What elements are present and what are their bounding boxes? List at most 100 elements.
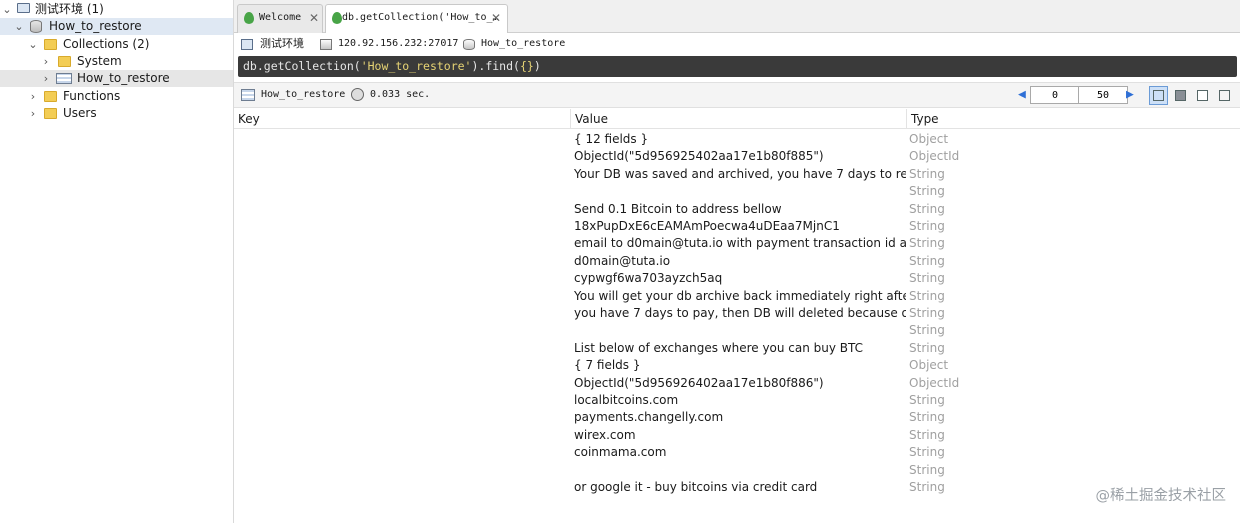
tree-connection-label: 测试环境 (1) xyxy=(35,2,104,16)
server-address: 120.92.156.232:27017 xyxy=(338,38,459,49)
field-row[interactable]: " "How_to_restoreSend 0.1 Bitcoin to add… xyxy=(234,201,1240,218)
tab-welcome[interactable]: Welcome ✕ xyxy=(237,4,323,33)
connection-tree: ⌄ 测试环境 (1) ⌄ How_to_restore ⌄ Collection… xyxy=(0,0,234,523)
close-icon[interactable]: ✕ xyxy=(309,5,319,31)
folder-icon xyxy=(44,108,57,119)
result-collection: How_to_restore xyxy=(261,89,346,100)
value-cell: d0main@tuta.io xyxy=(574,253,671,268)
expand-arrow-icon[interactable]: › xyxy=(41,70,51,87)
tree-users[interactable]: › Users xyxy=(0,105,233,122)
type-cell: String xyxy=(909,393,945,407)
query-args: {} xyxy=(519,59,534,73)
text-view-button[interactable] xyxy=(1193,86,1212,105)
tree-functions[interactable]: › Functions xyxy=(0,88,233,105)
results-status-bar: How_to_restore 0.033 sec. ◀ ▶ xyxy=(234,82,1240,108)
mongodb-leaf-icon xyxy=(244,12,254,24)
tab-query[interactable]: db.getCollection('How_to_… ✕ xyxy=(325,4,508,34)
tree-collection-label: How_to_restore xyxy=(77,71,170,85)
expand-arrow-icon[interactable]: › xyxy=(28,105,38,122)
field-row[interactable]: " "get_db_backYou will get your db archi… xyxy=(234,288,1240,305)
type-cell: String xyxy=(909,219,945,233)
table-view-icon xyxy=(1175,90,1186,101)
text-view-icon xyxy=(1197,90,1208,101)
collapse-arrow-icon[interactable]: ⌄ xyxy=(14,18,24,35)
tree-view-button[interactable] xyxy=(1149,86,1168,105)
expand-icon xyxy=(1219,90,1230,101)
field-row[interactable]: " "pay_to_btc_address18xPupDxE6cEAMAmPoe… xyxy=(234,218,1240,235)
tree-collections[interactable]: ⌄ Collections (2) xyxy=(0,36,233,53)
tab-query-label: db.getCollection('How_to_… xyxy=(342,12,499,23)
type-cell: String xyxy=(909,445,945,460)
field-row[interactable]: " "1localbitcoins.comString xyxy=(234,392,1240,409)
field-row[interactable]: " "hack_idcypwgf6wa703ayzch5aqString xyxy=(234,270,1240,287)
field-row[interactable]: " "Where_to_buy_btcList below of exchang… xyxy=(234,340,1240,357)
field-row[interactable]: " "__String xyxy=(234,183,1240,200)
query-collection-string: 'How_to_restore' xyxy=(360,59,472,73)
tree-connection[interactable]: ⌄ 测试环境 (1) xyxy=(0,1,233,18)
type-cell: String xyxy=(909,271,945,286)
field-row[interactable]: " "2payments.changelly.comString xyxy=(234,409,1240,426)
type-cell: String xyxy=(909,427,945,442)
value-cell: or google it - buy bitcoins via credit c… xyxy=(574,480,818,494)
type-cell: String xyxy=(909,236,945,251)
type-cell: ObjectId xyxy=(909,375,960,390)
type-cell: String xyxy=(909,166,945,181)
table-view-button[interactable] xyxy=(1171,86,1190,105)
value-cell: { 12 fields } xyxy=(574,132,649,146)
field-row[interactable]: _idObjectId("5d956926402aa17e1b80f886")O… xyxy=(234,375,1240,392)
tree-collections-label: Collections (2) xyxy=(63,37,150,51)
tree-functions-label: Functions xyxy=(63,89,121,103)
type-cell: String xyxy=(909,184,945,199)
column-header-value[interactable]: Value xyxy=(571,109,907,129)
query-prefix: db.getCollection( xyxy=(243,59,361,73)
field-row[interactable]: " "What_happendYour DB was saved and arc… xyxy=(234,166,1240,183)
field-row[interactable]: " "3wirex.comString xyxy=(234,427,1240,444)
field-row[interactable]: " "___String xyxy=(234,322,1240,339)
document-row[interactable]: ⌄(2) ObjectId("5d956926402aa17e1b80f886"… xyxy=(234,357,1240,374)
value-cell: ObjectId("5d956925402aa17e1b80f885") xyxy=(574,149,824,164)
tree-system-label: System xyxy=(77,54,122,68)
value-cell: 18xPupDxE6cEAMAmPoecwa4uDEaa7MjnC1 xyxy=(574,219,840,233)
expand-arrow-icon[interactable]: › xyxy=(41,53,51,70)
previous-page-icon[interactable]: ◀ xyxy=(1018,86,1026,104)
database-icon xyxy=(30,20,42,33)
collapse-arrow-icon[interactable]: ⌄ xyxy=(28,36,38,53)
query-time: 0.033 sec. xyxy=(370,89,431,100)
skip-input[interactable] xyxy=(1030,86,1080,104)
tree-database[interactable]: ⌄ How_to_restore xyxy=(0,18,233,35)
field-row[interactable]: " "4coinmama.comString xyxy=(234,444,1240,461)
computer-icon xyxy=(17,3,30,13)
field-row[interactable]: " "email_tod0main@tuta.ioString xyxy=(234,253,1240,270)
value-cell: Send 0.1 Bitcoin to address bellow xyxy=(574,201,782,216)
field-row[interactable]: " "googleor google it - buy bitcoins via… xyxy=(234,479,1240,496)
column-header-key[interactable]: Key xyxy=(234,109,571,129)
next-page-icon[interactable]: ▶ xyxy=(1126,86,1134,104)
field-row[interactable]: " "send_mailemail to d0main@tuta.io with… xyxy=(234,235,1240,252)
field-row[interactable]: " "TIMEyou have 7 days to pay, then DB w… xyxy=(234,305,1240,322)
tree-collection-how-to-restore[interactable]: › How_to_restore xyxy=(0,70,233,87)
server-icon xyxy=(320,39,332,50)
document-row[interactable]: ⌄(1) ObjectId("5d956925402aa17e1b80f885"… xyxy=(234,131,1240,148)
tree-users-label: Users xyxy=(63,106,97,120)
query-end: ) xyxy=(533,59,541,73)
field-row[interactable]: " "_String xyxy=(234,462,1240,479)
expand-view-button[interactable] xyxy=(1215,86,1234,105)
query-editor[interactable]: db.getCollection('How_to_restore').find(… xyxy=(238,56,1237,77)
value-cell: you have 7 days to pay, then DB will del… xyxy=(574,306,906,320)
value-cell: payments.changelly.com xyxy=(574,410,724,425)
close-icon[interactable]: ✕ xyxy=(491,5,501,31)
tree-system[interactable]: › System xyxy=(0,53,233,70)
value-cell: localbitcoins.com xyxy=(574,393,679,407)
limit-input[interactable] xyxy=(1078,86,1128,104)
expand-arrow-icon[interactable]: › xyxy=(28,88,38,105)
tree-database-label: How_to_restore xyxy=(49,19,142,33)
type-cell: String xyxy=(909,462,945,477)
tree-view-icon xyxy=(1153,90,1164,101)
results-tree-table: Key Value Type ⌄(1) ObjectId("5d95692540… xyxy=(234,109,1240,523)
type-cell: String xyxy=(909,201,945,216)
type-cell: Object xyxy=(909,132,949,146)
collapse-arrow-icon[interactable]: ⌄ xyxy=(2,1,12,18)
type-cell: Object xyxy=(909,358,949,373)
column-header-type[interactable]: Type xyxy=(907,109,1240,129)
field-row[interactable]: _idObjectId("5d956925402aa17e1b80f885")O… xyxy=(234,148,1240,165)
